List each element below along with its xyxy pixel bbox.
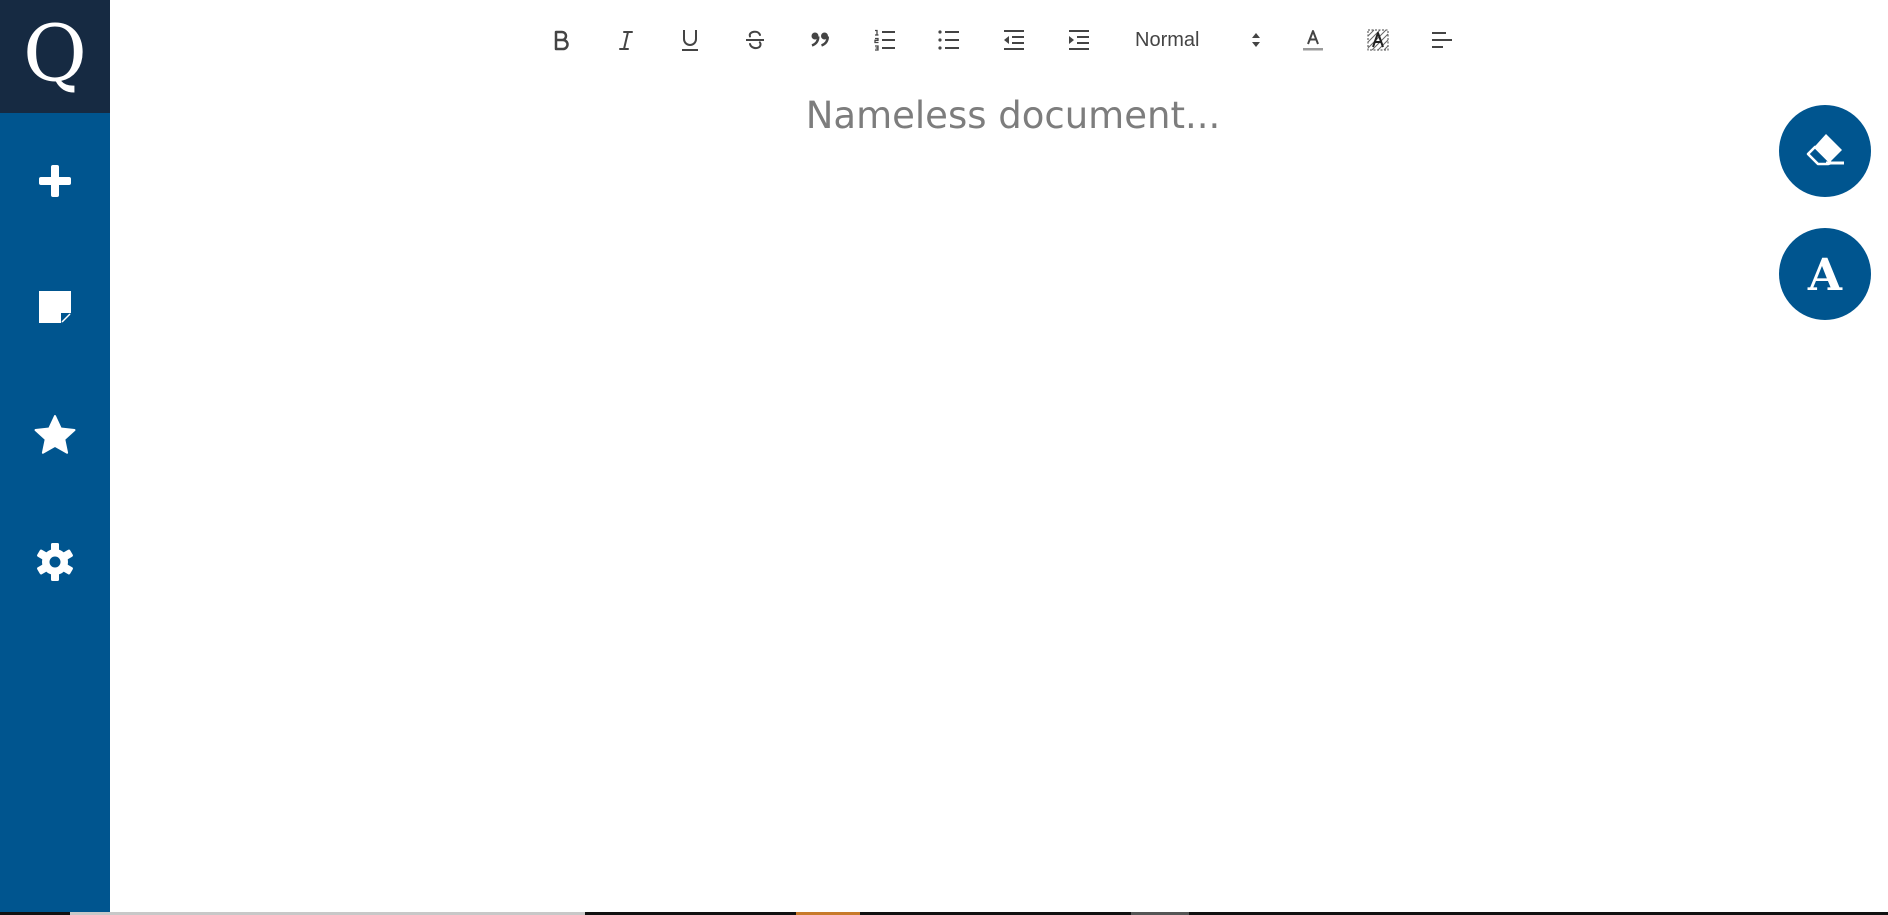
app-root: Q Normal Nameless document... A (0, 0, 1888, 915)
header-select-value: Normal (1135, 28, 1200, 51)
bold-button[interactable] (541, 18, 581, 62)
sidebar-item-notes[interactable] (0, 267, 110, 347)
sidebar-item-favorites[interactable] (0, 395, 110, 475)
editor-toolbar: Normal (0, 18, 1888, 62)
select-arrows-icon (1250, 31, 1262, 54)
note-icon (37, 289, 73, 325)
sidebar: Q (0, 0, 110, 913)
text-color-button[interactable] (1293, 18, 1333, 62)
ordered-list-icon (873, 28, 897, 52)
underline-button[interactable] (670, 18, 710, 62)
document-title-input[interactable]: Nameless document... (700, 94, 1326, 137)
blockquote-button[interactable] (800, 18, 840, 62)
text-color-icon (1301, 28, 1325, 52)
font-settings-button[interactable]: A (1779, 228, 1871, 320)
align-left-icon (1430, 28, 1454, 52)
ordered-list-button[interactable] (865, 18, 905, 62)
sidebar-item-settings[interactable] (0, 522, 110, 602)
indent-icon (1067, 28, 1091, 52)
strikethrough-button[interactable] (735, 18, 775, 62)
underline-icon (679, 28, 701, 52)
bullet-list-icon (937, 28, 961, 52)
background-color-icon (1366, 28, 1390, 52)
plus-icon (37, 163, 73, 199)
outdent-icon (1002, 28, 1026, 52)
eraser-icon (1804, 131, 1846, 172)
align-button[interactable] (1422, 18, 1462, 62)
gear-icon (35, 542, 75, 582)
bold-icon (550, 29, 572, 51)
header-select[interactable]: Normal (1122, 18, 1272, 62)
outdent-button[interactable] (994, 18, 1034, 62)
sidebar-item-new[interactable] (0, 141, 110, 221)
bullet-list-button[interactable] (929, 18, 969, 62)
background-color-button[interactable] (1358, 18, 1398, 62)
strikethrough-icon (744, 29, 766, 51)
italic-icon (615, 29, 637, 51)
star-icon (33, 414, 77, 456)
blockquote-icon (809, 29, 831, 51)
clear-format-button[interactable] (1779, 105, 1871, 197)
italic-button[interactable] (606, 18, 646, 62)
font-letter-icon: A (1807, 250, 1843, 301)
indent-button[interactable] (1059, 18, 1099, 62)
